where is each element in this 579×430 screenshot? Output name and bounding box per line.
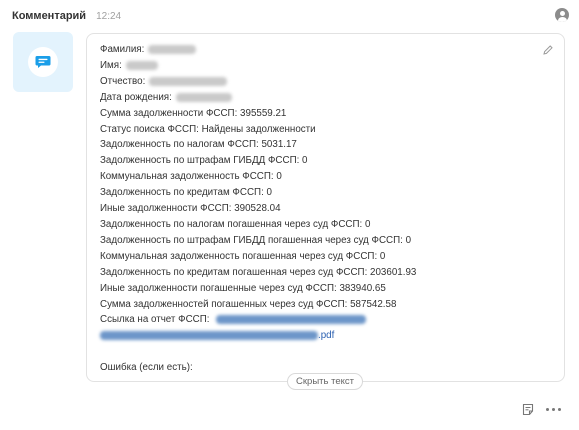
note-icon[interactable] — [522, 403, 534, 416]
field-patronymic: Отчество: — [100, 74, 544, 90]
field-label: Дата рождения: — [100, 91, 172, 103]
debt-line: Сумма задолженностей погашенных через су… — [100, 298, 397, 310]
field-label: Имя: — [100, 59, 122, 71]
debt-line: Иные задолженности погашенные через суд … — [100, 282, 386, 294]
report-link-line-2: .pdf — [100, 328, 544, 344]
redacted-value — [149, 76, 228, 86]
debt-line: Задолженность по налогам ФССП: 5031.17 — [100, 139, 297, 151]
debt-line: Задолженность по кредитам ФССП: 0 — [100, 187, 272, 199]
report-link-label: Ссылка на отчет ФССП: — [100, 314, 210, 326]
report-link[interactable] — [100, 331, 318, 341]
chat-bubble-icon — [28, 47, 58, 77]
debt-line: Сумма задолженности ФССП: 395559.21 — [100, 107, 287, 119]
debt-line: Задолженность по кредитам погашенная чер… — [100, 266, 417, 278]
field-label: Отчество: — [100, 75, 146, 87]
debt-line: Коммунальная задолженность ФССП: 0 — [100, 171, 282, 183]
field-lastname: Фамилия: — [100, 42, 544, 58]
redacted-value — [175, 92, 232, 102]
field-birthdate: Дата рождения: — [100, 90, 544, 106]
field-label: Фамилия: — [100, 44, 145, 55]
debt-line: Статус поиска ФССП: Найдены задолженност… — [100, 123, 316, 135]
report-link-line: Ссылка на отчет ФССП: — [100, 312, 544, 328]
debt-line: Задолженность по штрафам ГИБДД погашенна… — [100, 234, 412, 246]
user-icon[interactable] — [555, 8, 569, 22]
debt-line: Иные задолженности ФССП: 390528.04 — [100, 203, 281, 215]
redacted-value — [148, 44, 197, 54]
report-link[interactable] — [216, 315, 367, 325]
debt-line: Коммунальная задолженность погашенная че… — [100, 250, 386, 262]
comment-card: Фамилия: Имя: Отчество: Дата рождения: С… — [86, 33, 565, 382]
avatar — [13, 32, 73, 92]
debt-line: Задолженность по налогам погашенная чере… — [100, 218, 371, 230]
debt-line: Задолженность по штрафам ГИБДД ФССП: 0 — [100, 155, 308, 167]
comment-header: Комментарий 12:24 — [12, 8, 121, 24]
hide-text-button[interactable]: Скрыть текст — [287, 373, 363, 390]
report-link-ext[interactable]: .pdf — [318, 330, 334, 341]
comment-text: Фамилия: Имя: Отчество: Дата рождения: С… — [100, 42, 544, 376]
field-firstname: Имя: — [100, 58, 544, 74]
comment-author: Комментарий — [12, 10, 87, 22]
redacted-value — [125, 60, 158, 70]
comment-time: 12:24 — [96, 10, 122, 22]
more-dots-icon[interactable] — [546, 408, 564, 412]
